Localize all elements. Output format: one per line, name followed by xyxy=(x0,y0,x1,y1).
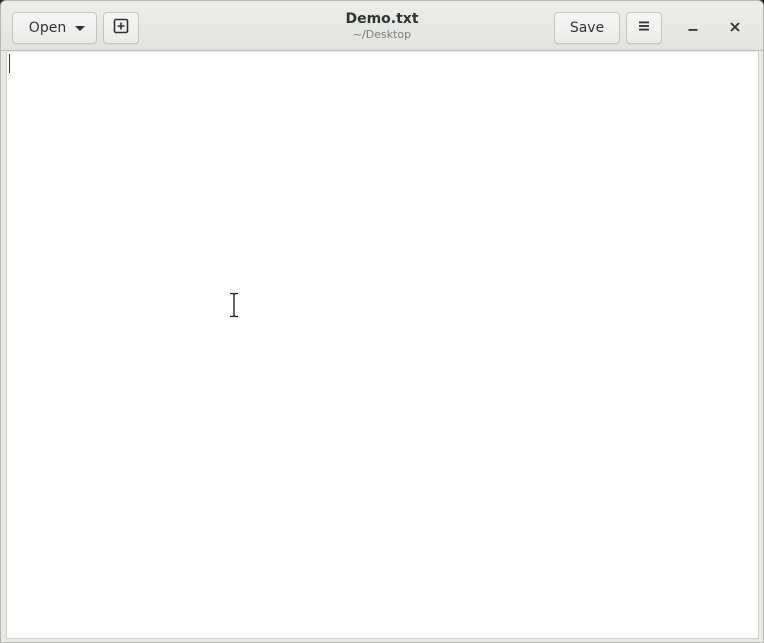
text-editor-area[interactable] xyxy=(6,52,759,639)
open-button[interactable]: Open xyxy=(12,12,97,44)
minimize-button[interactable] xyxy=(680,14,706,40)
save-button-label: Save xyxy=(569,20,605,36)
open-button-label: Open xyxy=(28,20,67,36)
ibeam-cursor-icon xyxy=(228,292,240,322)
header-bar: Open Demo.txt ~/Desktop Save xyxy=(1,1,763,51)
hamburger-menu-icon xyxy=(638,20,650,36)
close-icon xyxy=(729,18,741,37)
chevron-down-icon xyxy=(75,26,85,31)
close-button[interactable] xyxy=(722,14,748,40)
save-button[interactable]: Save xyxy=(554,12,620,44)
window-title-area: Demo.txt ~/Desktop xyxy=(201,10,563,42)
menu-button[interactable] xyxy=(626,12,662,44)
text-editor-window: Open Demo.txt ~/Desktop Save xyxy=(0,0,764,643)
new-document-button[interactable] xyxy=(103,12,139,44)
text-caret xyxy=(9,54,10,73)
new-document-icon xyxy=(113,18,129,38)
minimize-icon xyxy=(687,18,699,37)
document-title: Demo.txt xyxy=(345,11,419,27)
document-path: ~/Desktop xyxy=(352,28,412,41)
